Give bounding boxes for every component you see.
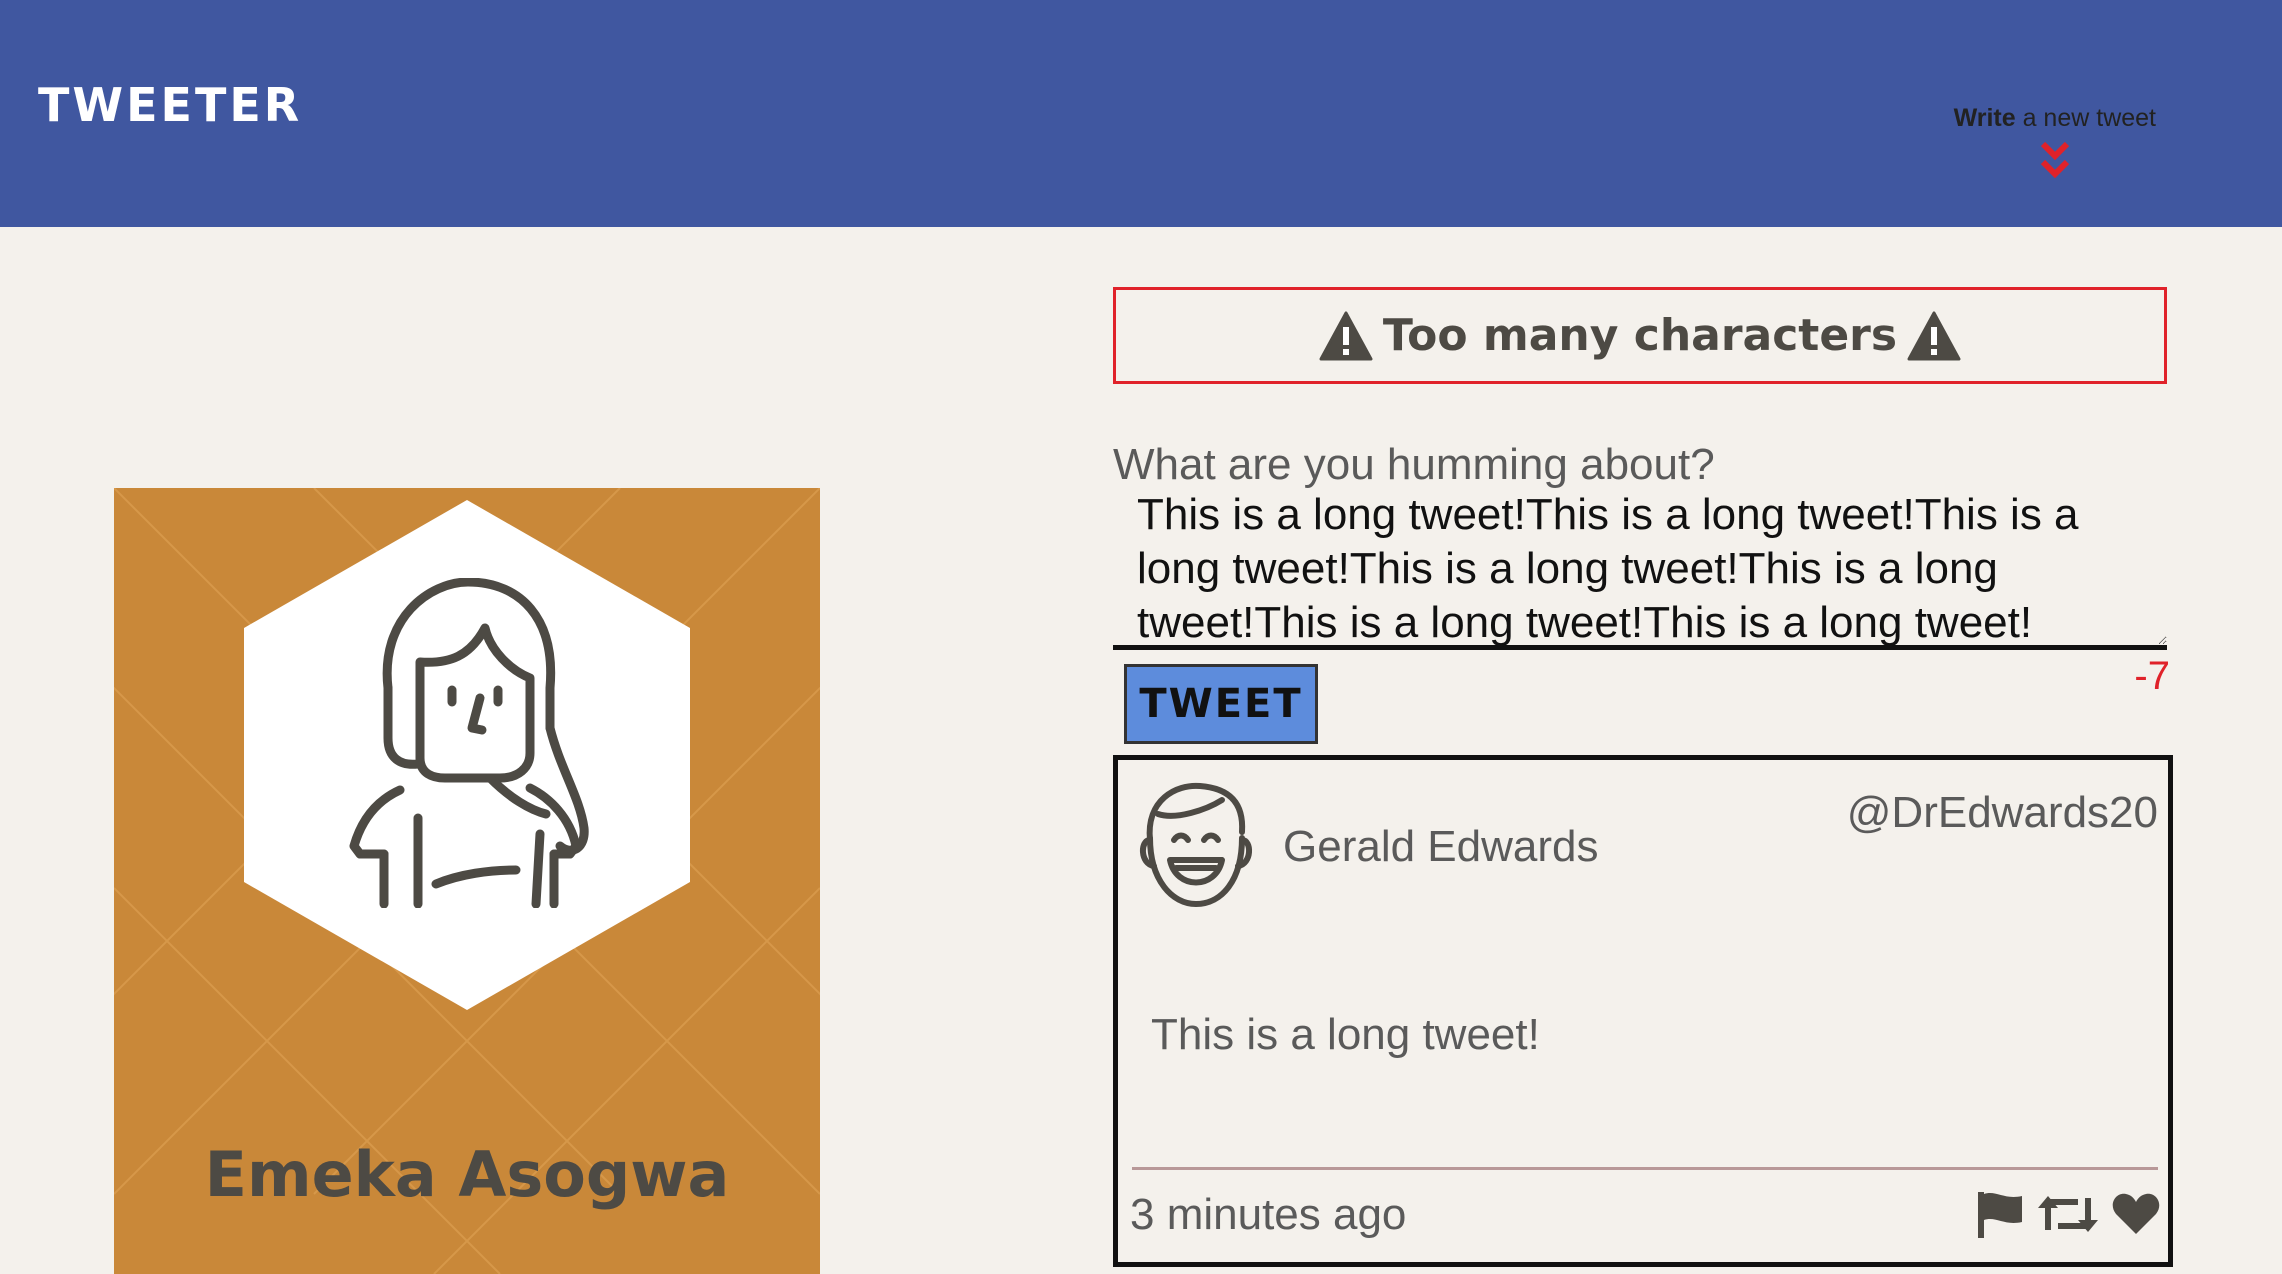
flag-icon[interactable] [1976, 1190, 2024, 1238]
user-avatar-icon [349, 578, 589, 908]
heart-icon[interactable] [2112, 1192, 2160, 1236]
write-new-tweet-link[interactable]: Write a new tweet [1950, 104, 2156, 133]
error-message-box: Too many characters [1113, 287, 2167, 384]
tweet-content: This is a long tweet! [1151, 1010, 1540, 1059]
author-avatar-icon [1140, 782, 1252, 907]
warning-triangle-icon [1907, 311, 1961, 360]
profile-name: Emeka Asogwa [204, 1138, 730, 1211]
tweet-timestamp: 3 minutes ago [1130, 1190, 1407, 1239]
tweet-actions [1976, 1190, 2160, 1238]
tweet-text-input[interactable]: This is a long tweet!This is a long twee… [1113, 482, 2167, 650]
tweet-divider [1132, 1167, 2158, 1170]
author-handle: @DrEdwards20 [1846, 788, 2158, 837]
character-counter: -7 [2134, 654, 2170, 698]
brand-logo: TWEETER [38, 78, 303, 132]
navbar: TWEETER Write a new tweet [0, 0, 2282, 227]
write-link-text: a new tweet [2015, 104, 2156, 132]
author-name: Gerald Edwards [1283, 822, 1599, 871]
error-message-text: Too many characters [1382, 310, 1898, 361]
tweet-submit-button[interactable]: TWEET [1124, 664, 1318, 744]
write-link-bold: Write [1953, 104, 2016, 132]
retweet-icon[interactable] [2038, 1192, 2098, 1236]
tweet-card: Gerald Edwards @DrEdwards20 This is a lo… [1113, 755, 2173, 1267]
warning-triangle-icon [1319, 311, 1373, 360]
profile-card: Emeka Asogwa [114, 488, 820, 1274]
chevron-down-icon[interactable] [2039, 140, 2071, 182]
